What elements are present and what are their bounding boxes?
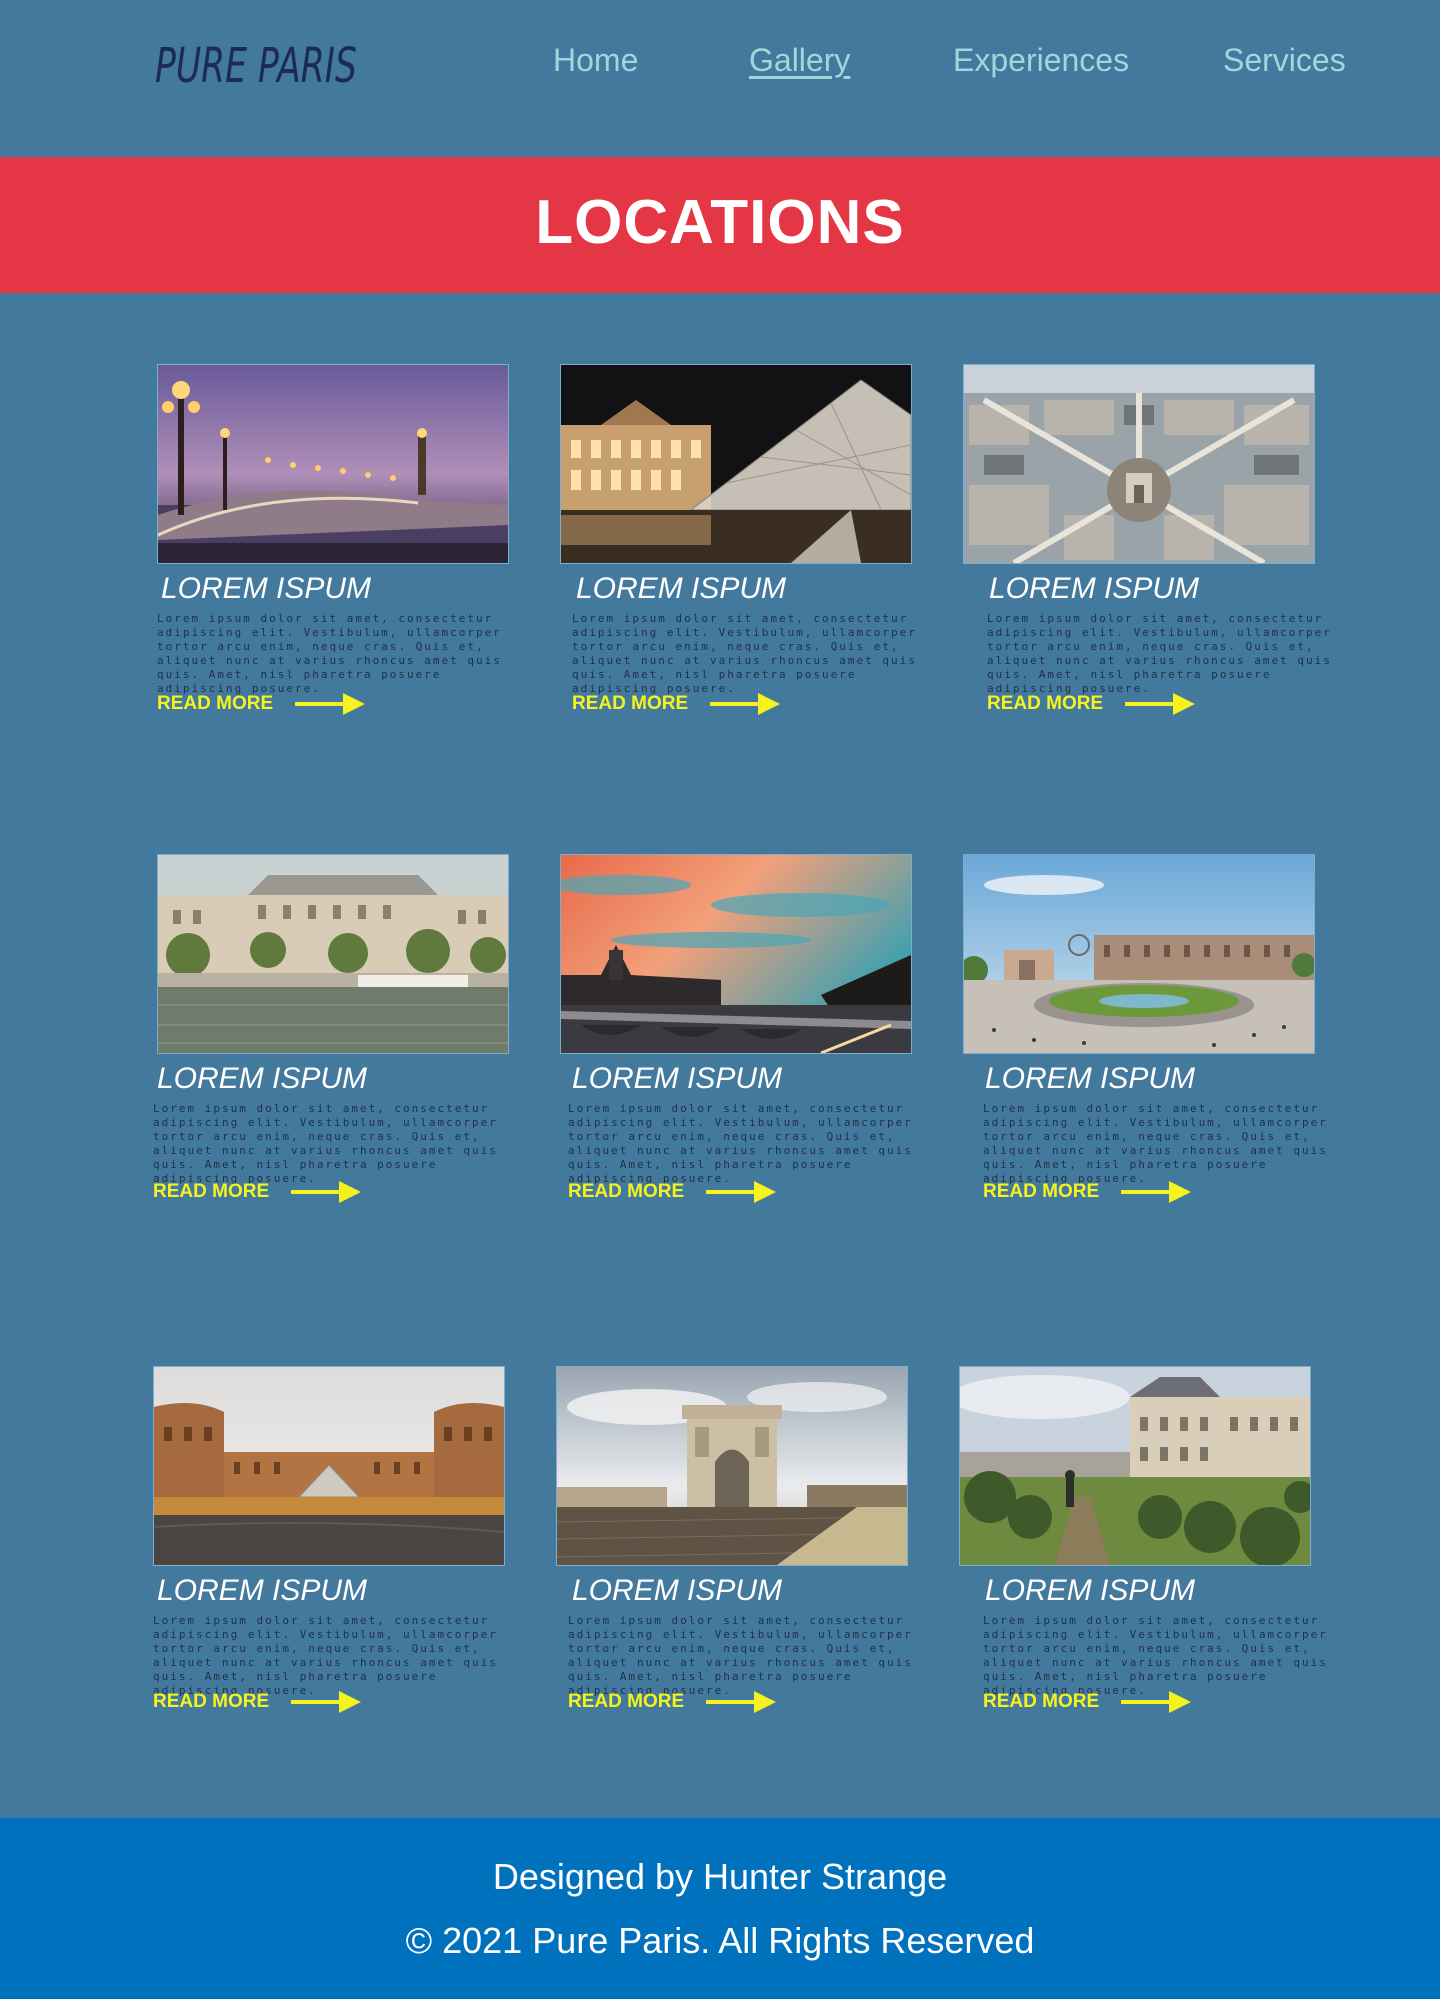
read-more-label: READ MORE (572, 693, 689, 714)
seine-riverbank-buildings-photo[interactable] (157, 854, 509, 1054)
site-footer: Designed by Hunter Strange © 2021 Pure P… (0, 1818, 1440, 1999)
page-title: LOCATIONS (535, 188, 905, 257)
tuileries-garden-palace-photo[interactable] (959, 1366, 1311, 1566)
card-title: LOREM ISPUM (576, 572, 787, 605)
read-more-label: READ MORE (983, 1691, 1100, 1712)
read-more-link[interactable]: READ MORE (987, 690, 1196, 718)
read-more-link[interactable]: READ MORE (568, 1688, 777, 1716)
louvre-courtyard-photo[interactable] (153, 1366, 505, 1566)
card-title: LOREM ISPUM (157, 1574, 368, 1607)
card-title: LOREM ISPUM (572, 1062, 783, 1095)
card-title: LOREM ISPUM (157, 1062, 368, 1095)
read-more-link[interactable]: READ MORE (983, 1178, 1192, 1206)
arrow-right-icon (706, 1181, 777, 1203)
read-more-label: READ MORE (153, 1181, 270, 1202)
read-more-label: READ MORE (157, 693, 274, 714)
read-more-link[interactable]: READ MORE (157, 690, 366, 718)
read-more-link[interactable]: READ MORE (983, 1688, 1192, 1716)
designer-credit: Designed by Hunter Strange (492, 1856, 948, 1897)
nav-experiences[interactable]: Experiences (953, 42, 1129, 79)
copyright-notice: © 2021 Pure Paris. All Rights Reserved (405, 1920, 1035, 1961)
card-title: LOREM ISPUM (572, 1574, 783, 1607)
card-body: Lorem ipsum dolor sit amet, consectetur … (987, 612, 1332, 695)
card-body: Lorem ipsum dolor sit amet, consectetur … (157, 612, 502, 695)
read-more-label: READ MORE (987, 693, 1104, 714)
card-body: Lorem ipsum dolor sit amet, consectetur … (568, 1614, 913, 1697)
arrow-right-icon (1125, 693, 1196, 715)
conciergerie-sunset-photo[interactable] (560, 854, 912, 1054)
read-more-label: READ MORE (568, 1181, 685, 1202)
arc-de-triomphe-street-photo[interactable] (556, 1366, 908, 1566)
arrow-right-icon (1121, 1181, 1192, 1203)
card-body: Lorem ipsum dolor sit amet, consectetur … (983, 1614, 1328, 1697)
arrow-right-icon (295, 693, 366, 715)
card-title: LOREM ISPUM (989, 572, 1200, 605)
arrow-right-icon (706, 1691, 777, 1713)
arc-de-triomphe-aerial-photo[interactable] (963, 364, 1315, 564)
arrow-right-icon (710, 693, 781, 715)
louvre-pyramid-night-photo[interactable] (560, 364, 912, 564)
card-title: LOREM ISPUM (985, 1062, 1196, 1095)
site-header: PURE PARIS Home Gallery Experiences Serv… (0, 0, 1440, 157)
card-body: Lorem ipsum dolor sit amet, consectetur … (983, 1102, 1328, 1185)
card-title: LOREM ISPUM (985, 1574, 1196, 1607)
card-body: Lorem ipsum dolor sit amet, consectetur … (572, 612, 917, 695)
nav-gallery[interactable]: Gallery (749, 42, 850, 79)
alexandre-iii-bridge-dusk-photo[interactable] (157, 364, 509, 564)
read-more-label: READ MORE (153, 1691, 270, 1712)
read-more-link[interactable]: READ MORE (572, 690, 781, 718)
locations-banner: LOCATIONS (0, 157, 1440, 293)
card-title: LOREM ISPUM (161, 572, 372, 605)
site-logo[interactable]: PURE PARIS (155, 38, 357, 94)
nav-services[interactable]: Services (1223, 42, 1346, 79)
arrow-right-icon (291, 1181, 362, 1203)
read-more-label: READ MORE (568, 1691, 685, 1712)
read-more-link[interactable]: READ MORE (153, 1178, 362, 1206)
read-more-link[interactable]: READ MORE (153, 1688, 362, 1716)
card-body: Lorem ipsum dolor sit amet, consectetur … (568, 1102, 913, 1185)
card-body: Lorem ipsum dolor sit amet, consectetur … (153, 1614, 498, 1697)
read-more-link[interactable]: READ MORE (568, 1178, 777, 1206)
nav-home[interactable]: Home (553, 42, 638, 79)
card-body: Lorem ipsum dolor sit amet, consectetur … (153, 1102, 498, 1185)
arrow-right-icon (291, 1691, 362, 1713)
tuileries-garden-plaza-photo[interactable] (963, 854, 1315, 1054)
read-more-label: READ MORE (983, 1181, 1100, 1202)
arrow-right-icon (1121, 1691, 1192, 1713)
